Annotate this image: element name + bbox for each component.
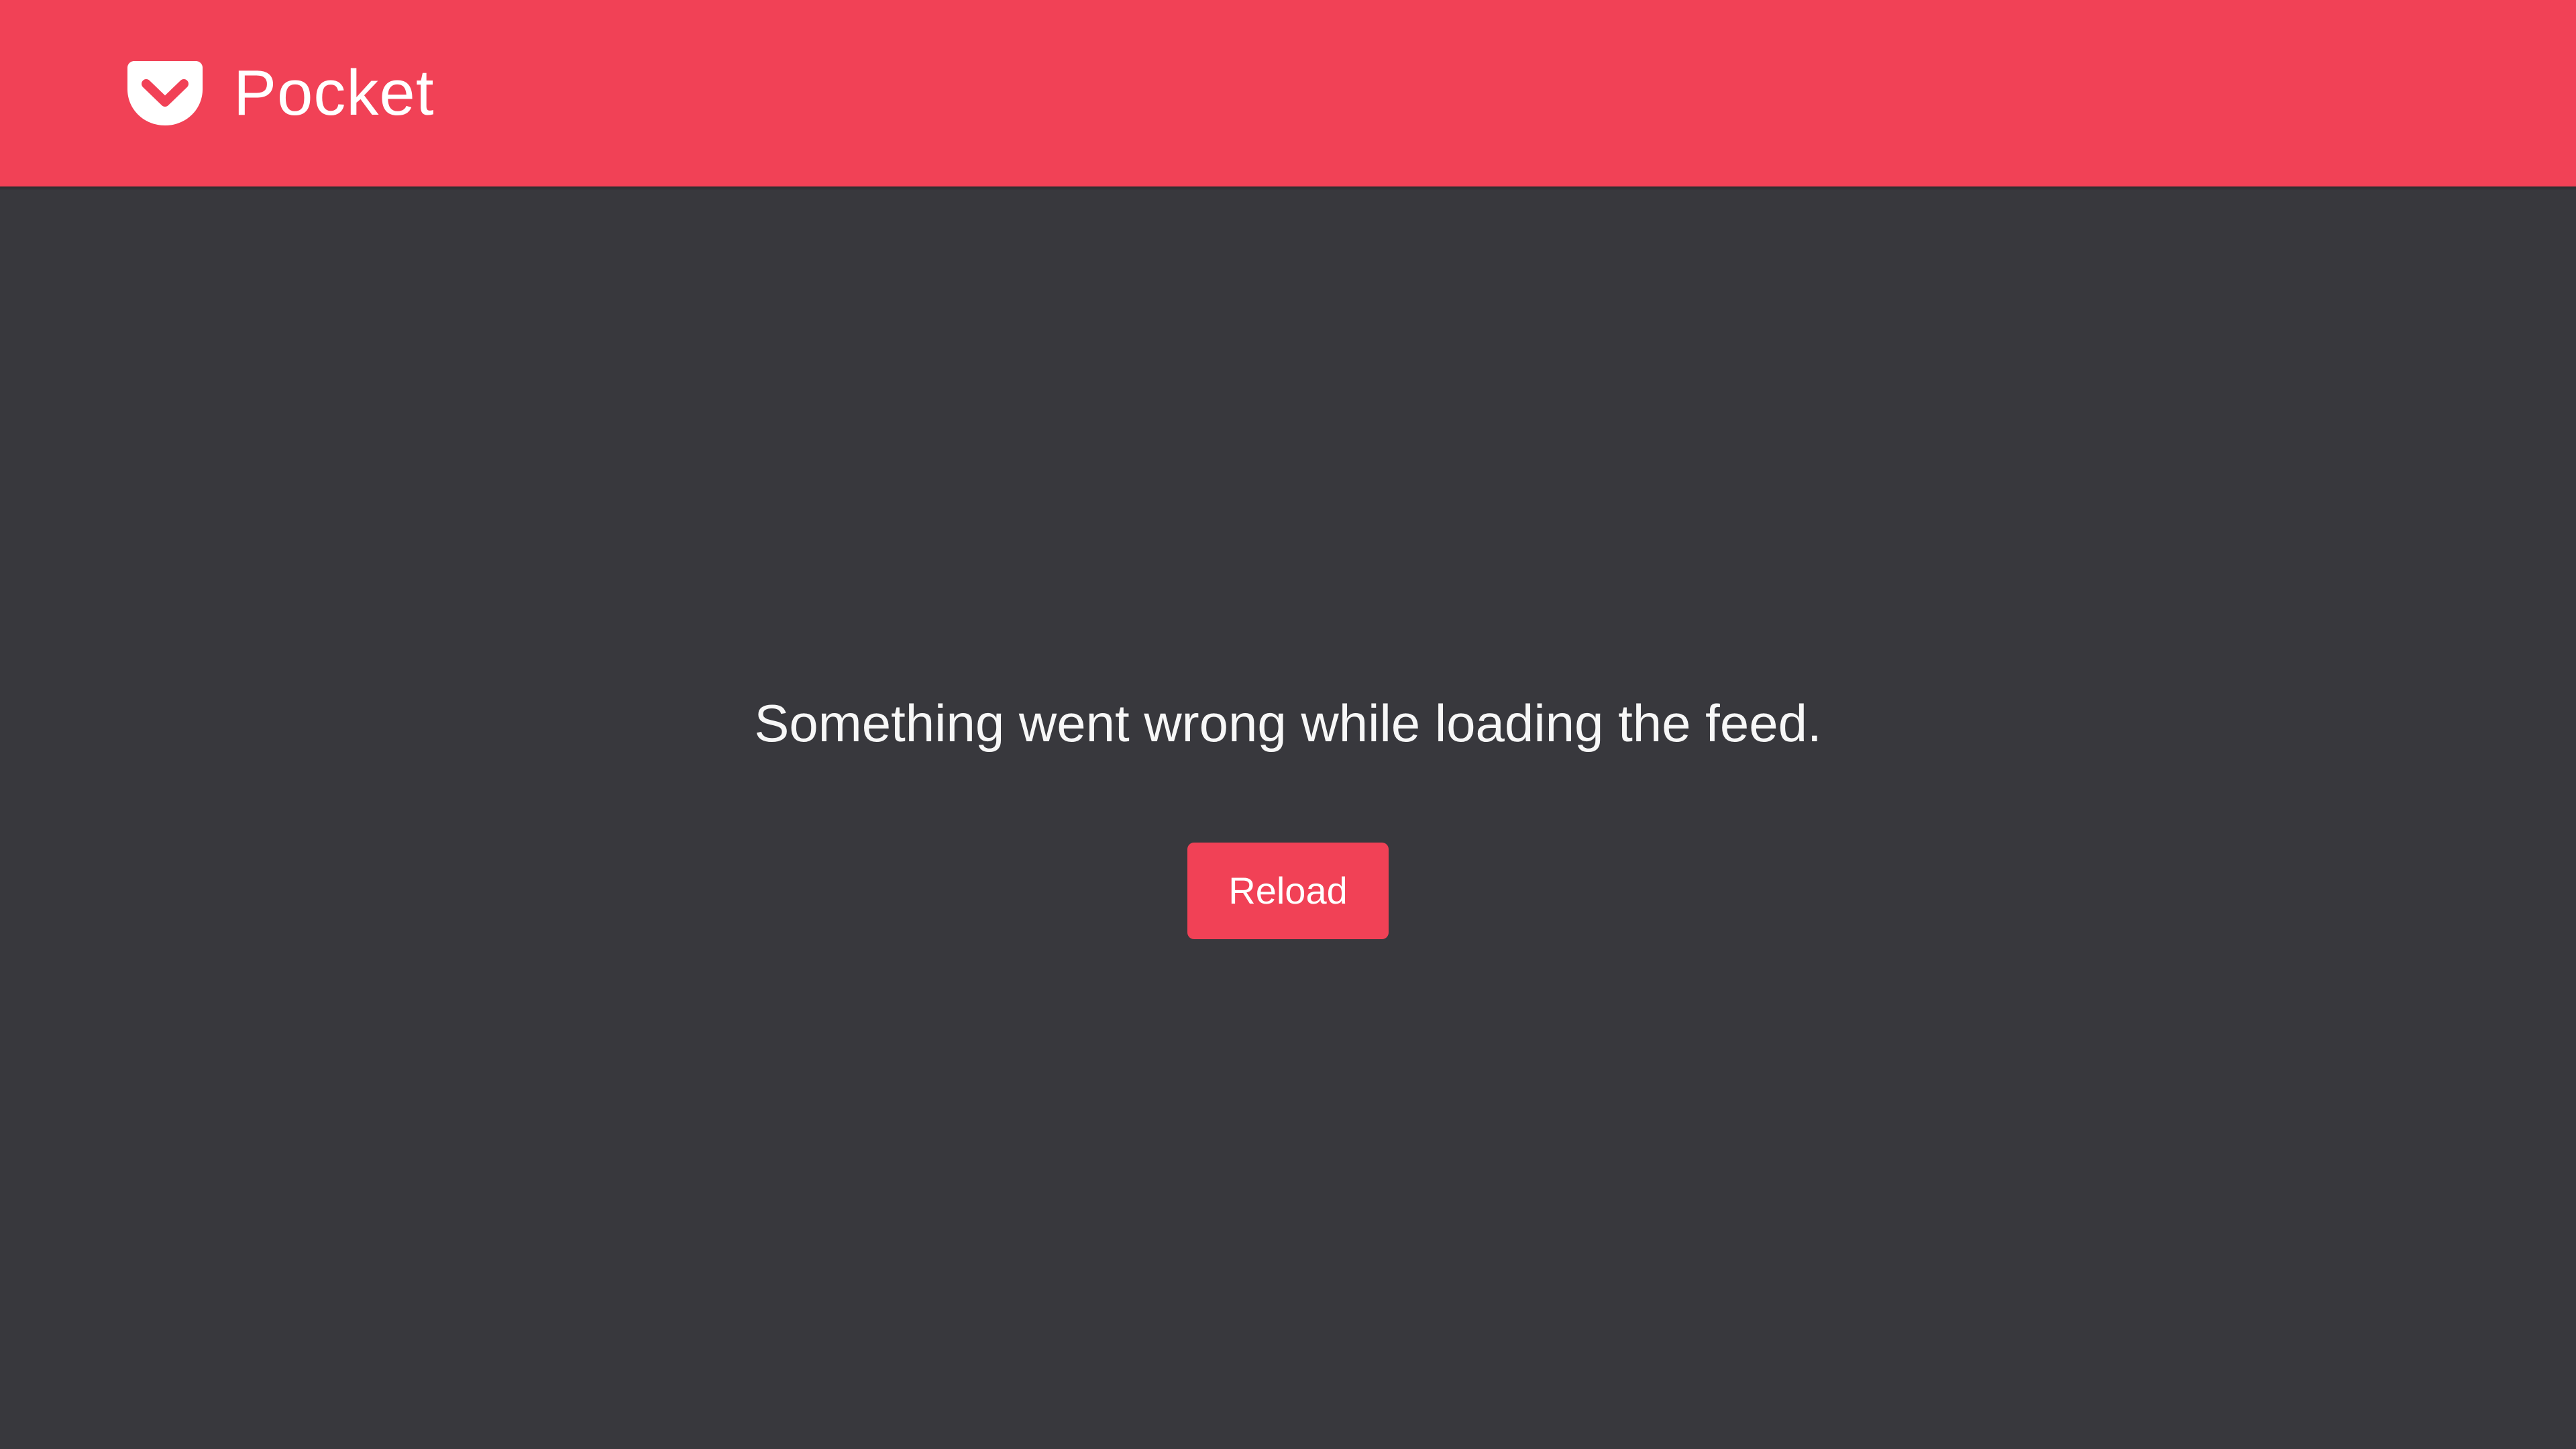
app-name: Pocket xyxy=(233,57,435,129)
brand: Pocket xyxy=(127,59,434,127)
top-app-bar: Pocket xyxy=(0,0,2576,186)
feed-error-message: Something went wrong while loading the f… xyxy=(754,694,1822,753)
pocket-logo-icon xyxy=(127,61,203,125)
reload-button[interactable]: Reload xyxy=(1187,843,1389,939)
pocket-app-screen: Pocket Something went wrong while loadin… xyxy=(0,0,2576,1449)
app-bar-shadow xyxy=(0,186,2576,191)
